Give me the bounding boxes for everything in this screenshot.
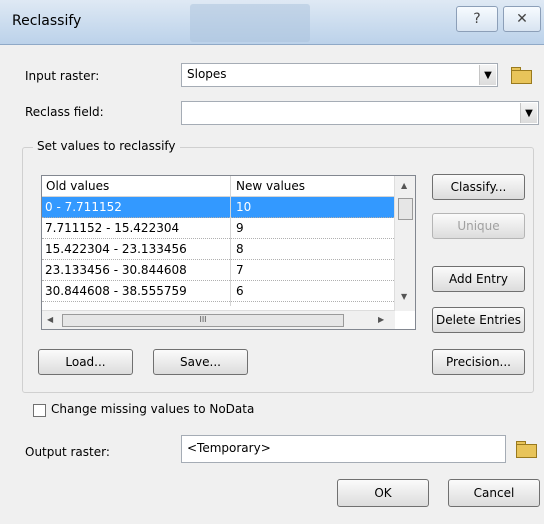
groupbox-title: Set values to reclassify [33,139,180,153]
table-row[interactable]: 7.711152 - 15.422304 9 [42,218,394,239]
output-raster-label: Output raster: [25,445,110,459]
dropdown-arrow-icon[interactable]: ▼ [520,103,537,123]
reclass-field-label: Reclass field: [25,105,104,119]
ok-button[interactable]: OK [337,479,429,507]
table-row[interactable]: 30.844608 - 38.555759 6 [42,281,394,302]
old-value-cell[interactable]: 23.133456 - 30.844608 [45,263,187,277]
scroll-down-arrow-icon[interactable]: ▼ [401,292,407,301]
help-button[interactable]: ? [456,6,498,32]
unique-button[interactable]: Unique [432,213,525,239]
new-value-cell[interactable]: 9 [236,221,244,235]
delete-entries-button[interactable]: Delete Entries [432,307,525,333]
reclass-table[interactable]: Old values New values 0 - 7.711152 10 7.… [41,175,416,330]
window-title: Reclassify [12,13,82,29]
input-raster-label: Input raster: [25,69,100,83]
table-row[interactable]: 23.133456 - 30.844608 7 [42,260,394,281]
table-row[interactable]: 15.422304 - 23.133456 8 [42,239,394,260]
old-value-cell[interactable]: 15.422304 - 23.133456 [45,242,187,256]
dropdown-arrow-icon[interactable]: ▼ [479,65,496,85]
input-raster-value: Slopes [187,67,227,81]
scroll-up-arrow-icon[interactable]: ▲ [401,181,407,190]
precision-button[interactable]: Precision... [432,349,525,375]
change-missing-label[interactable]: Change missing values to NoData [51,402,254,416]
scroll-right-arrow-icon[interactable]: ▶ [378,315,384,324]
title-bar: Reclassify ? ✕ [0,0,544,45]
change-missing-checkbox[interactable] [33,404,46,417]
table-header: Old values New values [42,176,394,197]
old-value-cell[interactable]: 0 - 7.711152 [45,200,122,214]
new-value-cell[interactable]: 10 [236,200,251,214]
column-header-new-values[interactable]: New values [236,179,305,193]
help-icon: ? [473,11,481,27]
horizontal-scroll-thumb[interactable]: III [62,314,344,327]
classify-button[interactable]: Classify... [432,174,525,200]
output-raster-field[interactable]: <Temporary> [181,435,506,463]
column-header-old-values[interactable]: Old values [46,179,109,193]
output-raster-value: <Temporary> [187,441,271,455]
old-value-cell[interactable]: 30.844608 - 38.555759 [45,284,187,298]
horizontal-scrollbar[interactable]: ◀ III ▶ [42,310,395,329]
cancel-button[interactable]: Cancel [448,479,540,507]
new-value-cell[interactable]: 6 [236,284,244,298]
title-bar-background-decoration [190,4,310,42]
load-button[interactable]: Load... [38,349,133,375]
vertical-scroll-thumb[interactable] [398,198,413,220]
old-value-cell[interactable]: 7.711152 - 15.422304 [45,221,179,235]
input-raster-combo[interactable]: Slopes ▼ [181,63,498,87]
scroll-left-arrow-icon[interactable]: ◀ [47,315,53,324]
new-value-cell[interactable]: 7 [236,263,244,277]
close-icon: ✕ [516,11,528,27]
add-entry-button[interactable]: Add Entry [432,266,525,292]
open-folder-icon[interactable] [510,65,532,84]
reclass-field-combo[interactable]: ▼ [181,101,539,125]
close-button[interactable]: ✕ [503,6,541,32]
open-folder-icon[interactable] [515,439,537,458]
save-button[interactable]: Save... [153,349,248,375]
new-value-cell[interactable]: 8 [236,242,244,256]
table-row[interactable]: 0 - 7.711152 10 [42,197,394,218]
vertical-scrollbar[interactable]: ▲ ▼ [394,176,415,311]
